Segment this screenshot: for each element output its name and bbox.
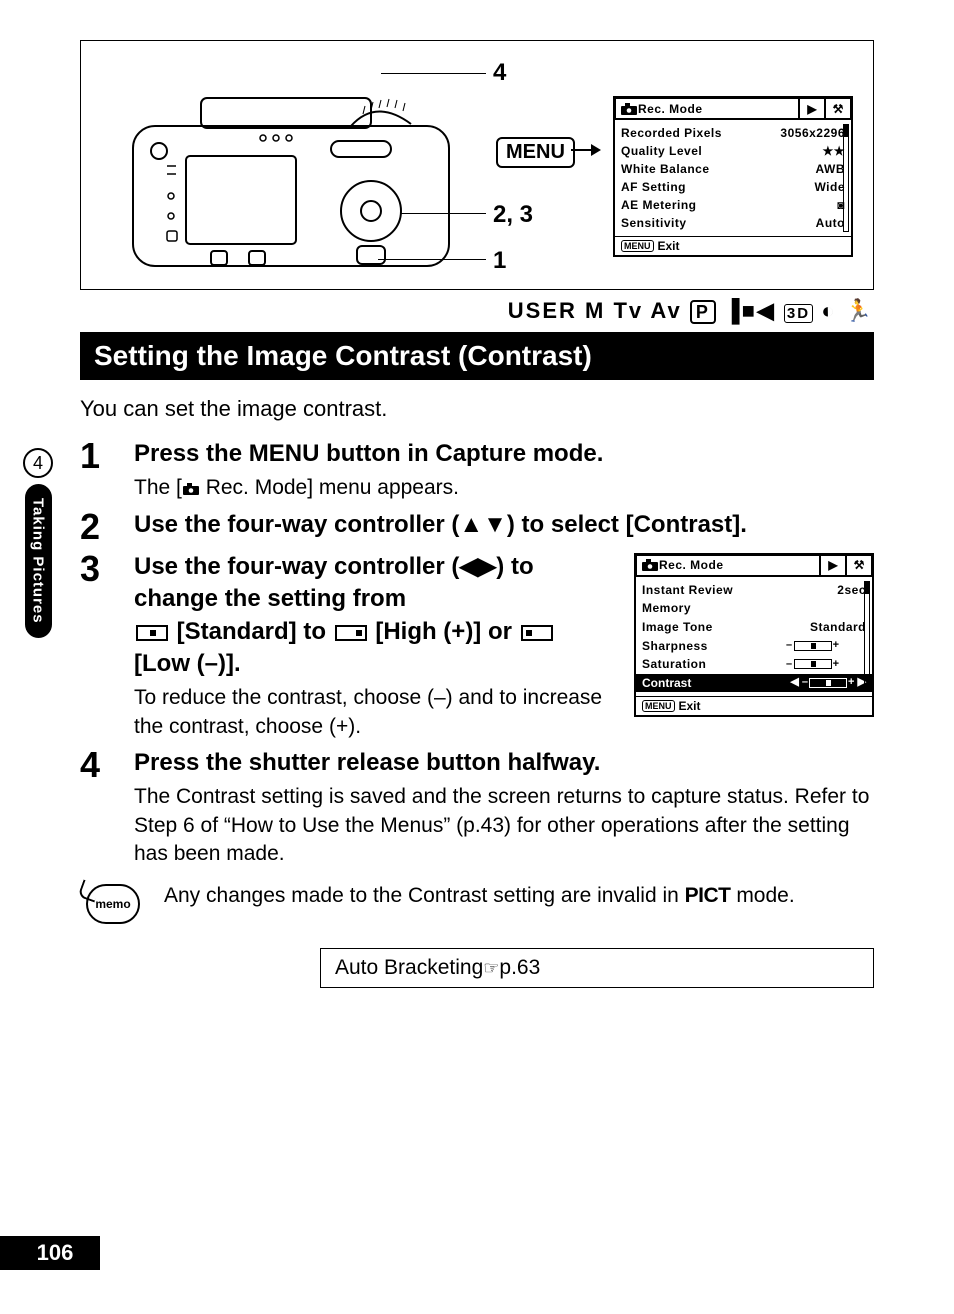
rec-tab-rec-mode: Rec. Mode [636,555,820,577]
step-number: 3 [80,551,134,587]
rec-row-label: Saturation [642,655,706,674]
text: button in Capture mode. [319,440,603,467]
mode-p-icon: P [690,300,716,324]
camera-back-drawing [131,96,451,271]
setup-tab-icon: ⚒ [846,555,872,577]
mode-text: USER M Tv Av [508,298,682,323]
playback-tab-icon: ▶ [820,555,846,577]
arrow-icon [571,149,599,151]
text: [High (+)] or [369,618,519,645]
step2-title: Use the four-way controller (▲▼) to sele… [134,509,874,541]
rec-row-label: Instant Review [642,581,733,600]
rec-row-value: ★★ [765,142,845,160]
saturation-slider-icon: –+ [786,655,866,674]
menu-glyph: MENU [621,240,654,252]
rec-row-label: White Balance [621,160,710,178]
intro-text: You can set the image contrast. [80,396,874,422]
rec-row-value: ◙ [765,196,845,214]
rec-row-label: Memory [642,599,691,618]
text: mode. [730,884,794,907]
pointing-hand-icon: ☞ [483,958,499,979]
memo-label: memo [95,897,130,911]
memo-text: Any changes made to the Contrast setting… [164,884,874,908]
step1-desc: The [ Rec. Mode] menu appears. [134,474,874,502]
ref-text: Auto Bracketing [335,956,483,980]
rec-footer-text: Exit [679,699,701,713]
rec-row-value [786,599,866,618]
step1-title: Press the MENU button in Capture mode. [134,438,874,470]
leader-line [401,213,486,214]
pict-mode-glyph: PICT [685,884,731,907]
leader-line [381,73,486,74]
camera-icon [182,482,200,496]
step3-title: Use the four-way controller (◀▶) to chan… [134,551,614,681]
ref-page: p.63 [499,956,540,980]
rec-row-label: AE Metering [621,196,697,214]
rec-tab-rec-mode: Rec. Mode [615,98,799,120]
contrast-low-icon [521,625,553,641]
callout-23: 2, 3 [493,201,533,229]
contrast-high-icon [335,625,367,641]
rec-row-label: AF Setting [621,178,686,196]
rec-row-value: AWB [765,160,845,178]
page-number: 106 [0,1236,100,1270]
chapter-number: 4 [23,448,53,478]
mode-icons-tail: ▐■◀ 3D ◐ 🏃 [724,298,874,323]
chapter-side-tab: 4 Taking Pictures [20,448,56,638]
text: Rec. Mode] menu appears. [200,476,459,499]
sharpness-slider-icon: –+ [786,637,866,656]
rec-footer-text: Exit [658,239,680,253]
top-illustration-frame: 4 2, 3 1 MENU Rec. Mode ▶ ⚒ Recorded Pix… [80,40,874,290]
section-heading: Setting the Image Contrast (Contrast) [80,332,874,380]
scrollbar [864,581,870,693]
text: Press the [134,440,249,467]
step4-title: Press the shutter release button halfway… [134,747,874,779]
text: The [ [134,476,182,499]
step-number: 2 [80,509,134,545]
menu-button-label: MENU [496,137,575,168]
scrollbar [843,124,849,232]
rec-row-value: 2sec [786,581,866,600]
rec-row-value: Auto [765,214,845,232]
text: [Standard] to [170,618,333,645]
rec-row-label: Image Tone [642,618,713,637]
callout-4: 4 [493,59,506,87]
rec-row-label: Contrast [642,674,691,693]
step4-desc: The Contrast setting is saved and the sc… [134,783,874,868]
camera-icon [620,102,638,116]
rec-row-value: 3056x2296 [765,124,845,142]
text: Any changes made to the Contrast setting… [164,884,685,907]
memo-icon: memo [86,884,140,924]
text: [Low (–)]. [134,650,241,677]
playback-tab-icon: ▶ [799,98,825,120]
rec-row-label: Sensitivity [621,214,687,232]
contrast-standard-icon [136,625,168,641]
rec-row-label: Recorded Pixels [621,124,722,142]
rec-row-value: Wide [765,178,845,196]
camera-icon [641,558,659,572]
callout-1: 1 [493,247,506,275]
step3-desc: To reduce the contrast, choose (–) and t… [134,684,614,741]
text: Use the four-way controller (◀▶) to chan… [134,553,534,612]
rec-row-label: Quality Level [621,142,702,160]
menu-word: MENU [249,440,320,467]
contrast-slider-icon: ◀ –+ ▶ [790,674,866,691]
rec-row-label: Sharpness [642,637,708,656]
step-number: 4 [80,747,134,783]
rec-row-value: Standard [786,618,866,637]
menu-glyph: MENU [642,700,675,712]
step-number: 1 [80,438,134,474]
rec-mode-screen-1: Rec. Mode ▶ ⚒ Recorded Pixels 3056x2296 Q… [613,96,853,257]
rec-tab-title: Rec. Mode [638,102,703,116]
rec-mode-screen-2: Rec. Mode ▶ ⚒ Instant Review2sec Memory … [634,553,874,718]
rec-tab-title: Rec. Mode [659,558,724,572]
mode-strip: USER M Tv Av P ▐■◀ 3D ◐ 🏃 [80,298,874,324]
cross-reference-box: Auto Bracketing ☞ p.63 [320,948,874,988]
chapter-title: Taking Pictures [25,484,52,638]
setup-tab-icon: ⚒ [825,98,851,120]
contrast-highlight-row: Contrast ◀ –+ ▶ [636,674,872,693]
leader-line [378,259,486,260]
